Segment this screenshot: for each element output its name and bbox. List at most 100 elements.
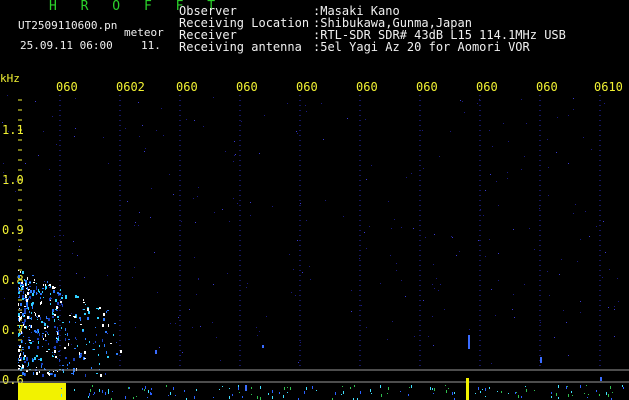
echo-dot xyxy=(61,297,63,299)
echo-dot xyxy=(116,353,118,355)
baseline-noise xyxy=(272,396,273,399)
echo-dot xyxy=(38,359,40,360)
echo-dot xyxy=(87,317,89,320)
noise-dot xyxy=(227,273,228,274)
noise-dot xyxy=(257,335,258,336)
spectrogram-plot xyxy=(0,95,629,400)
echo-dot xyxy=(62,365,64,366)
echo-dot xyxy=(77,296,79,298)
echo-dot xyxy=(24,355,26,357)
echo-dot xyxy=(19,345,20,346)
echo-dot xyxy=(29,311,30,313)
baseline-noise xyxy=(112,391,113,392)
echo-dot xyxy=(52,355,53,357)
echo-dot xyxy=(82,329,84,331)
echo-dot xyxy=(41,321,43,323)
baseline-noise xyxy=(74,389,75,391)
noise-dot xyxy=(142,125,143,126)
noise-dot xyxy=(325,200,326,201)
noise-dot xyxy=(556,152,557,153)
noise-dot xyxy=(144,151,145,152)
baseline-noise xyxy=(525,386,526,387)
noise-dot xyxy=(173,194,174,195)
echo-dot xyxy=(20,291,22,292)
noise-dot xyxy=(479,99,480,100)
noise-dot xyxy=(614,306,615,307)
noise-dot xyxy=(366,179,367,180)
antenna-label: Receiving antenna xyxy=(179,40,302,54)
echo-dot xyxy=(55,309,57,310)
echo-dot xyxy=(22,372,24,375)
baseline-noise xyxy=(342,386,343,387)
echo-dot xyxy=(84,313,86,315)
echo-dot xyxy=(45,286,47,289)
noise-dot xyxy=(266,316,267,317)
echo-dot xyxy=(75,322,76,323)
noise-dot xyxy=(503,123,504,124)
echo-dot xyxy=(43,297,44,298)
echo-dot xyxy=(55,356,57,358)
echo-dot xyxy=(39,291,40,293)
baseline-noise xyxy=(556,393,557,396)
noise-dot xyxy=(16,181,17,182)
baseline-noise xyxy=(485,396,486,397)
baseline-noise xyxy=(521,396,522,398)
echo-dot xyxy=(26,308,28,309)
echo-dot xyxy=(30,318,31,319)
baseline-noise xyxy=(213,397,214,398)
echo-dot xyxy=(18,358,19,361)
noise-dot xyxy=(213,97,214,98)
echo-dot xyxy=(35,331,37,333)
echo-dot xyxy=(69,315,71,316)
echo-dot xyxy=(19,325,20,328)
noise-dot xyxy=(25,163,26,164)
echo-dot xyxy=(62,304,63,307)
baseline-noise xyxy=(260,386,261,389)
echo-dot xyxy=(30,290,32,293)
echo-dot xyxy=(31,312,32,314)
noise-dot xyxy=(250,202,251,203)
noise-dot xyxy=(434,288,435,289)
noise-dot xyxy=(351,290,352,291)
noise-dot xyxy=(8,131,9,132)
echo-dot xyxy=(20,359,21,360)
noise-dot xyxy=(507,178,508,179)
noise-dot xyxy=(602,277,603,278)
echo-dot xyxy=(18,282,20,284)
baseline-noise xyxy=(229,388,230,389)
echo-dot xyxy=(34,357,36,360)
noise-dot xyxy=(3,163,4,164)
echo-dot xyxy=(60,289,61,291)
echo-dot xyxy=(41,363,43,365)
x-tick-7: 060 xyxy=(416,80,438,94)
echo-dot xyxy=(36,367,37,368)
echo-dot xyxy=(71,373,73,374)
echo-dot xyxy=(29,342,31,343)
noise-dot xyxy=(2,122,3,123)
noise-dot xyxy=(577,261,578,262)
noise-dot xyxy=(297,240,298,241)
noise-dot xyxy=(423,168,424,169)
noise-dot xyxy=(103,137,104,138)
echo-dot xyxy=(53,290,55,293)
noise-dot xyxy=(480,209,481,210)
noise-dot xyxy=(150,217,151,218)
noise-dot xyxy=(460,100,461,101)
noise-dot xyxy=(452,237,453,238)
baseline-noise xyxy=(341,394,342,395)
echo-dot xyxy=(43,338,44,340)
noise-dot xyxy=(195,222,196,223)
noise-dot xyxy=(19,354,20,355)
baseline-noise xyxy=(388,387,389,390)
noise-dot xyxy=(241,121,242,122)
noise-dot xyxy=(235,154,236,155)
baseline-noise xyxy=(287,387,288,388)
echo-dot xyxy=(75,295,77,298)
noise-dot xyxy=(478,240,479,241)
baseline-noise xyxy=(452,392,453,395)
baseline-noise xyxy=(144,389,145,391)
echo-dot xyxy=(54,374,56,377)
echo-dot xyxy=(87,308,89,311)
echo-dot xyxy=(57,302,59,305)
echo-dot xyxy=(36,292,37,295)
